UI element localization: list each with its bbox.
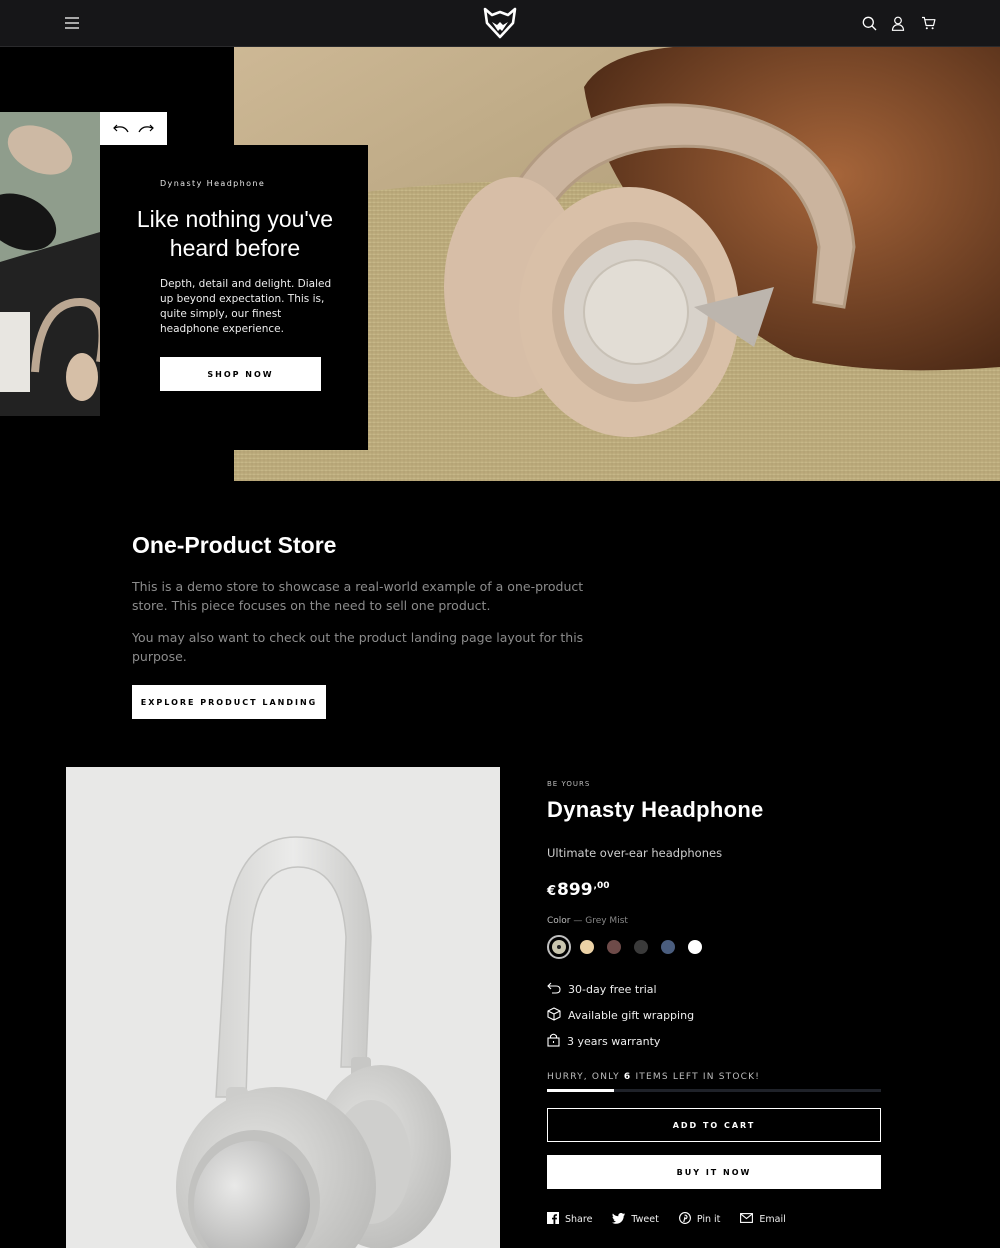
feature-gift: Available gift wrapping: [547, 1002, 694, 1028]
color-label: Color — Grey Mist: [547, 916, 628, 926]
product-subtitle: Ultimate over-ear headphones: [547, 846, 723, 860]
swatch-navy[interactable]: [661, 940, 675, 954]
price-cents: ,00: [593, 881, 610, 891]
search-icon[interactable]: [858, 12, 880, 34]
stock-count: 6: [623, 1072, 632, 1082]
product-features: 30-day free trial Available gift wrappin…: [547, 976, 694, 1054]
stock-progress-fill: [547, 1089, 614, 1092]
site-header: [0, 0, 1000, 47]
email-icon: [740, 1213, 759, 1226]
swatch-sand[interactable]: [580, 940, 594, 954]
swatch-black[interactable]: [634, 940, 648, 954]
hero-title: Like nothing you've heard before: [136, 206, 334, 261]
shop-now-button[interactable]: SHOP NOW: [160, 357, 321, 391]
slider-arrows: [100, 112, 167, 145]
arrow-left-icon[interactable]: [112, 124, 129, 134]
product-price: € 899 ,00: [547, 880, 610, 900]
color-value: — Grey Mist: [573, 916, 628, 926]
cart-icon[interactable]: [917, 12, 939, 34]
swatch-white[interactable]: [688, 940, 702, 954]
box-icon: [547, 1006, 568, 1024]
swatch-brown[interactable]: [607, 940, 621, 954]
facebook-icon: [547, 1212, 565, 1227]
stock-progress-bar: [547, 1089, 881, 1092]
buy-it-now-button[interactable]: BUY IT NOW: [547, 1155, 881, 1189]
return-icon: [547, 982, 568, 997]
lock-icon: [547, 1033, 567, 1050]
hero-card: Dynasty Headphone Like nothing you've he…: [100, 145, 368, 450]
add-to-cart-button[interactable]: ADD TO CART: [547, 1108, 881, 1142]
swatch-grey-mist[interactable]: [547, 935, 571, 959]
hamburger-icon[interactable]: [61, 12, 83, 34]
twitter-icon: [612, 1212, 631, 1227]
product-image[interactable]: [66, 767, 500, 1248]
share-twitter[interactable]: Tweet: [612, 1212, 659, 1227]
share-facebook-label: Share: [565, 1214, 593, 1225]
price-main: 899: [557, 880, 593, 900]
product-eyebrow: BE YOURS: [547, 780, 591, 788]
hero-subtitle: Dynasty Headphone: [160, 179, 266, 188]
feature-warranty-text: 3 years warranty: [567, 1034, 661, 1048]
product-title: Dynasty Headphone: [547, 797, 764, 822]
share-email-label: Email: [759, 1214, 786, 1225]
feature-warranty: 3 years warranty: [547, 1028, 694, 1054]
fox-logo-icon[interactable]: [482, 5, 518, 41]
price-currency: €: [547, 884, 557, 899]
slide-thumbnail[interactable]: [0, 112, 100, 416]
stock-pre: HURRY, ONLY: [547, 1072, 620, 1082]
share-twitter-label: Tweet: [631, 1214, 659, 1225]
pinterest-icon: [678, 1212, 697, 1227]
intro-title: One-Product Store: [132, 532, 337, 558]
feature-gift-text: Available gift wrapping: [568, 1008, 695, 1022]
share-email[interactable]: Email: [740, 1212, 786, 1227]
intro-paragraph-2: You may also want to check out the produ…: [132, 630, 584, 664]
user-icon[interactable]: [887, 12, 909, 34]
color-label-text: Color: [547, 916, 571, 926]
share-bar: Share Tweet Pin it Email: [547, 1212, 806, 1227]
feature-trial: 30-day free trial: [547, 976, 694, 1002]
stock-notice: HURRY, ONLY 6 ITEMS LEFT IN STOCK!: [547, 1072, 760, 1082]
feature-trial-text: 30-day free trial: [568, 982, 657, 996]
hero-text: Depth, detail and delight. Dialed up bey…: [160, 278, 332, 335]
stock-post: ITEMS LEFT IN STOCK!: [635, 1072, 761, 1082]
share-pinterest-label: Pin it: [696, 1214, 721, 1225]
color-swatches: [547, 935, 715, 959]
explore-product-landing-button[interactable]: EXPLORE PRODUCT LANDING: [132, 685, 326, 719]
share-facebook[interactable]: Share: [547, 1212, 592, 1227]
share-pinterest[interactable]: Pin it: [678, 1212, 721, 1227]
intro-paragraph-1: This is a demo store to showcase a real-…: [132, 579, 584, 613]
arrow-right-icon[interactable]: [138, 124, 155, 134]
